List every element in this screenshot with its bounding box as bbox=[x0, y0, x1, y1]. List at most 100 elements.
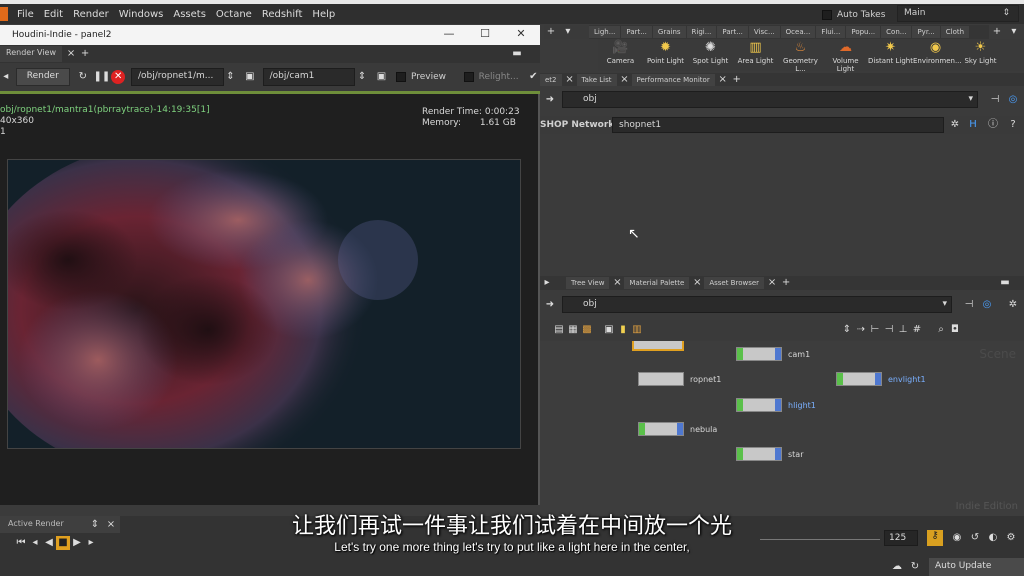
network-box-icon[interactable]: ▥ bbox=[630, 323, 644, 337]
desktop-select[interactable]: Main ⇕ bbox=[897, 5, 1019, 22]
shelf-tab-rigid[interactable]: Rigi... bbox=[686, 26, 717, 38]
shelf-tab-pyro[interactable]: Pyr... bbox=[912, 26, 940, 38]
pane1-tab-performance-monitor[interactable]: Performance Monitor bbox=[631, 73, 715, 86]
menu-render[interactable]: Render bbox=[68, 9, 114, 20]
shelf-tab-lights[interactable]: Ligh... bbox=[589, 26, 621, 38]
shelf-tool-volume-light[interactable]: ☁ Volume Light bbox=[823, 39, 868, 73]
menu-help[interactable]: Help bbox=[307, 9, 340, 20]
minimize-icon[interactable]: — bbox=[432, 27, 466, 42]
auto-takes-checkbox[interactable] bbox=[822, 10, 832, 20]
arrow-right-icon[interactable]: ➜ bbox=[543, 298, 557, 312]
help-h-icon[interactable]: H bbox=[966, 118, 980, 132]
shelf-tab-grains[interactable]: Grains bbox=[652, 26, 686, 38]
pane2-tab-material-palette[interactable]: Material Palette bbox=[624, 277, 690, 289]
list-mode-icon[interactable]: ▤ bbox=[552, 323, 566, 337]
layout-right-icon[interactable]: ⊣ bbox=[882, 323, 896, 337]
rop-select-icon[interactable]: ⇕ bbox=[224, 70, 237, 84]
arrow-right-icon[interactable]: ➜ bbox=[543, 93, 557, 107]
search-icon[interactable]: ⌕ bbox=[934, 323, 948, 337]
shelf-tool-point-light[interactable]: ✹ Point Light bbox=[643, 39, 688, 71]
pane-menu-icon[interactable]: ▬ bbox=[510, 47, 524, 61]
info-icon[interactable]: ⓘ bbox=[986, 118, 1000, 132]
network-view[interactable]: Scene Indie Edition cam1 ropnet1 envligh… bbox=[540, 341, 1024, 516]
add-shelf-tab-icon[interactable]: + bbox=[990, 25, 1004, 39]
camera-select-icon[interactable]: ⇕ bbox=[355, 70, 368, 84]
menu-redshift[interactable]: Redshift bbox=[257, 9, 308, 20]
shelf-tab-container[interactable]: Con... bbox=[881, 26, 912, 38]
shelf-tool-geometry-light[interactable]: ♨ Geometry L... bbox=[778, 39, 823, 73]
menu-file[interactable]: File bbox=[12, 9, 39, 20]
rop-jump-icon[interactable]: ▣ bbox=[243, 70, 256, 84]
shelf-tab-viscous[interactable]: Visc... bbox=[748, 26, 780, 38]
tab-close-icon[interactable]: × bbox=[618, 73, 632, 87]
shelf-tab-populate[interactable]: Popu... bbox=[846, 26, 881, 38]
sticky-note-icon[interactable]: ▮ bbox=[616, 323, 630, 337]
pane2-tab-asset-browser[interactable]: Asset Browser bbox=[704, 277, 765, 289]
gear-icon[interactable]: ✲ bbox=[948, 118, 962, 132]
question-icon[interactable]: ? bbox=[1006, 118, 1020, 132]
link-icon[interactable]: ◎ bbox=[980, 298, 994, 312]
color-palette-icon[interactable]: ▩ bbox=[580, 323, 594, 337]
shelf-tool-sky-light[interactable]: ☀ Sky Light bbox=[958, 39, 1003, 71]
node-body[interactable] bbox=[736, 347, 782, 361]
relight-checkbox[interactable] bbox=[463, 72, 474, 82]
pane1-tab-take-list[interactable]: Take List bbox=[576, 73, 617, 86]
shelf-tool-camera[interactable]: 🎥 Camera bbox=[598, 39, 643, 71]
add-tab-icon[interactable]: + bbox=[78, 47, 92, 61]
pane1-tab-net[interactable]: et2 bbox=[540, 73, 562, 86]
checkmark-icon[interactable]: ✔ bbox=[527, 70, 540, 84]
menu-octane[interactable]: Octane bbox=[211, 9, 257, 20]
menu-edit[interactable]: Edit bbox=[39, 9, 68, 20]
tab-close-icon[interactable]: × bbox=[765, 276, 779, 290]
layout-left-icon[interactable]: ⊢ bbox=[868, 323, 882, 337]
node-cam1[interactable]: cam1 bbox=[736, 347, 810, 361]
shelf-tool-distant-light[interactable]: ✷ Distant Light bbox=[868, 39, 913, 71]
pane-menu-icon[interactable]: ▬ bbox=[998, 276, 1012, 290]
shelf-tool-area-light[interactable]: ▥ Area Light bbox=[733, 39, 778, 71]
pin-icon[interactable]: ⊣ bbox=[988, 93, 1002, 107]
auto-update-select[interactable]: Auto Update bbox=[929, 558, 1024, 576]
shelf-tabs-menu-icon[interactable]: ▾ bbox=[1007, 25, 1021, 39]
shelf-tool-environment-light[interactable]: ◉ Environmen... bbox=[913, 39, 962, 71]
pane2-path-field[interactable]: obj ▾ bbox=[562, 296, 952, 313]
node-body[interactable] bbox=[736, 398, 782, 412]
rop-path-field[interactable]: /obj/ropnet1/m... bbox=[130, 68, 224, 86]
align-horizontal-icon[interactable]: ⇢ bbox=[854, 323, 868, 337]
node-star[interactable]: star bbox=[736, 447, 804, 461]
shelf-tab-particle-fluids[interactable]: Part... bbox=[717, 26, 748, 38]
link-icon[interactable]: ◎ bbox=[1006, 93, 1020, 107]
shelf-tool-spot-light[interactable]: ✺ Spot Light bbox=[688, 39, 733, 71]
render-image[interactable] bbox=[7, 159, 521, 449]
shop-network-name-field[interactable]: shopnet1 bbox=[612, 117, 944, 133]
shelf-tab-oceans[interactable]: Ocea... bbox=[780, 26, 816, 38]
tab-close-icon[interactable]: × bbox=[716, 73, 730, 87]
pause-icon[interactable]: ❚❚ bbox=[93, 70, 110, 84]
frame-view-icon[interactable]: ◘ bbox=[948, 323, 962, 337]
node-nebula[interactable]: nebula bbox=[638, 422, 717, 436]
layout-center-icon[interactable]: ⊥ bbox=[896, 323, 910, 337]
menu-windows[interactable]: Windows bbox=[114, 9, 169, 20]
pane-arrow-icon[interactable]: ◂ bbox=[0, 70, 12, 84]
grid-icon[interactable]: # bbox=[910, 323, 924, 337]
tab-close-icon[interactable]: × bbox=[610, 276, 624, 290]
tile-mode-icon[interactable]: ▦ bbox=[566, 323, 580, 337]
selected-node-partial[interactable] bbox=[632, 341, 684, 351]
shelf-tab-fluids[interactable]: Flui... bbox=[816, 26, 846, 38]
shelf-menu-icon[interactable]: ▾ bbox=[561, 25, 575, 39]
maximize-icon[interactable]: ☐ bbox=[468, 27, 502, 42]
add-tab-icon[interactable]: + bbox=[730, 73, 744, 87]
node-body[interactable] bbox=[638, 422, 684, 436]
node-envlight1[interactable]: envlight1 bbox=[836, 372, 926, 386]
pane2-left-icon[interactable]: ▸ bbox=[540, 276, 554, 290]
gear-icon[interactable]: ✲ bbox=[1006, 298, 1020, 312]
cloud-icon[interactable]: ☁ bbox=[890, 560, 904, 574]
node-body[interactable] bbox=[836, 372, 882, 386]
tab-close-icon[interactable]: × bbox=[563, 73, 577, 87]
pin-icon[interactable]: ⊣ bbox=[962, 298, 976, 312]
add-tab-icon[interactable]: + bbox=[779, 276, 793, 290]
add-shelf-icon[interactable]: + bbox=[544, 25, 558, 39]
tab-close-icon[interactable]: × bbox=[64, 47, 78, 61]
close-icon[interactable]: ✕ bbox=[504, 27, 538, 42]
tab-close-icon[interactable]: × bbox=[690, 276, 704, 290]
node-ropnet1[interactable]: ropnet1 bbox=[638, 372, 721, 386]
